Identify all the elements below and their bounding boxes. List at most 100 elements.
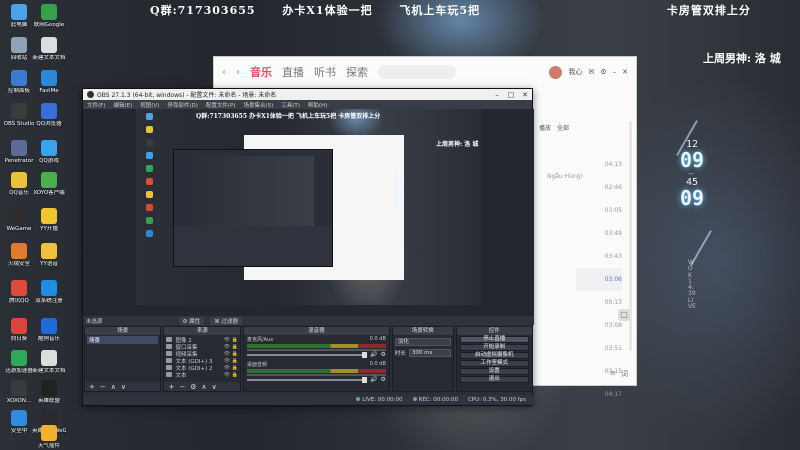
- obs-titlebar[interactable]: OBS 27.1.3 (64-bit, windows) - 配置文件: 未命名…: [83, 89, 532, 100]
- desktop-icon[interactable]: WeGame: [2, 208, 36, 232]
- transition-type-select[interactable]: 淡化: [394, 338, 451, 346]
- desktop-icon[interactable]: 联网Google: [32, 4, 66, 28]
- menu-item[interactable]: 编辑(E): [113, 101, 132, 109]
- scene-item[interactable]: 场景: [87, 336, 159, 344]
- move-up-icon[interactable]: ∧: [111, 383, 116, 391]
- music-tab-explore[interactable]: 探索: [346, 64, 368, 80]
- menu-item[interactable]: 停靠部件(D): [167, 101, 198, 109]
- desktop-icon[interactable]: 酷狗音乐: [32, 318, 66, 342]
- close-icon[interactable]: ✕: [622, 68, 628, 76]
- desktop-icon[interactable]: 新建文本文档: [32, 37, 66, 61]
- speaker-icon[interactable]: 🔊: [370, 351, 377, 358]
- obs-window[interactable]: OBS 27.1.3 (64-bit, windows) - 配置文件: 未命名…: [82, 88, 534, 406]
- song-duration[interactable]: 03:51: [576, 337, 622, 360]
- back-icon[interactable]: ‹: [222, 67, 226, 78]
- menu-item[interactable]: 场景集合(S): [243, 101, 273, 109]
- desktop-icon[interactable]: 控制面板: [2, 70, 36, 94]
- visibility-lock-icon[interactable]: 👁 🔒: [224, 351, 238, 357]
- menu-item[interactable]: 配置文件(P): [206, 101, 236, 109]
- song-duration[interactable]: 04:13: [576, 153, 622, 176]
- song-duration[interactable]: 05:13: [576, 291, 622, 314]
- desktop-icon[interactable]: QQ游戏: [32, 140, 66, 164]
- lyrics-icon[interactable]: 词: [621, 369, 628, 379]
- desktop-icon[interactable]: 迅游加速器: [2, 350, 36, 374]
- control-button[interactable]: 启动虚拟摄像机: [459, 352, 529, 359]
- maximize-button[interactable]: □: [504, 91, 518, 99]
- desktop-icon[interactable]: 此电脑: [2, 4, 36, 28]
- song-duration[interactable]: 03:49: [576, 222, 622, 245]
- source-row[interactable]: 文本 👁 🔒: [166, 371, 238, 379]
- volume-slider-knob[interactable]: [362, 376, 368, 383]
- menu-item[interactable]: 文件(F): [87, 101, 105, 109]
- mail-icon[interactable]: ✉: [588, 68, 594, 76]
- volume-slider[interactable]: [246, 376, 368, 383]
- gear-icon[interactable]: ⚙: [381, 351, 386, 358]
- desktop-icon[interactable]: 天气插件: [32, 425, 66, 449]
- desktop-icon[interactable]: Penetrator: [2, 140, 36, 164]
- desktop-icon[interactable]: QQ音乐: [2, 172, 36, 196]
- gear-icon[interactable]: ⚙: [381, 376, 386, 383]
- desktop-icon[interactable]: XOYO客户端: [32, 172, 66, 196]
- desktop-icon[interactable]: 向日葵: [2, 318, 36, 342]
- forward-icon[interactable]: ›: [236, 67, 240, 78]
- minimize-button[interactable]: –: [490, 91, 504, 99]
- desktop-icon[interactable]: YY语音: [32, 243, 66, 267]
- settings-icon[interactable]: ⚙: [600, 68, 606, 76]
- visibility-lock-icon[interactable]: 👁 🔒: [224, 365, 238, 371]
- desktop-icon[interactable]: 双系统注册: [32, 280, 66, 304]
- desktop-icon[interactable]: 英雄联盟: [32, 380, 66, 404]
- properties-button[interactable]: ⚙ 属性: [178, 316, 205, 325]
- close-button[interactable]: ✕: [518, 91, 532, 99]
- music-search-input[interactable]: [378, 65, 456, 79]
- speaker-icon[interactable]: 🔊: [370, 376, 377, 383]
- desktop-icon[interactable]: YY开播: [32, 208, 66, 232]
- control-button[interactable]: 停止直播: [459, 336, 529, 343]
- avatar[interactable]: [549, 65, 563, 79]
- desktop-icon[interactable]: FastMe: [32, 70, 66, 94]
- visibility-lock-icon[interactable]: 👁 🔒: [224, 337, 238, 343]
- music-tab-live[interactable]: 直播: [282, 64, 304, 80]
- music-scroll-top-icon[interactable]: □: [618, 309, 630, 321]
- desktop-icon[interactable]: 火绒安全: [2, 243, 36, 267]
- control-button[interactable]: 开始录制: [459, 344, 529, 351]
- control-button[interactable]: 工作室模式: [459, 360, 529, 367]
- add-icon[interactable]: +: [168, 383, 174, 391]
- remove-icon[interactable]: −: [179, 383, 185, 391]
- desktop-icon[interactable]: QQ浏览器: [32, 103, 66, 127]
- song-duration[interactable]: 02:46: [576, 176, 622, 199]
- song-duration[interactable]: 04:17: [576, 383, 622, 406]
- visibility-lock-icon[interactable]: 👁 🔒: [224, 344, 238, 350]
- duration-input[interactable]: 300 ms: [408, 349, 451, 357]
- desktop-icon[interactable]: 腾讯QQ: [2, 280, 36, 304]
- obs-preview-canvas[interactable]: Q群:717303655 办卡X1体验一把 飞机上车玩5把 卡房管双排上分 上周…: [136, 109, 481, 305]
- music-tab-music[interactable]: 音乐: [250, 64, 272, 80]
- song-duration[interactable]: 03:05: [576, 199, 622, 222]
- song-duration[interactable]: 03:43: [576, 245, 622, 268]
- desktop-icon[interactable]: OBS Studio: [2, 103, 36, 127]
- move-up-icon[interactable]: ∧: [202, 383, 207, 391]
- desktop-icon[interactable]: 新建文本文档: [32, 350, 66, 374]
- music-play-all[interactable]: 播放: [539, 123, 551, 132]
- remove-icon[interactable]: −: [100, 383, 106, 391]
- add-icon[interactable]: +: [89, 383, 95, 391]
- menu-item[interactable]: 帮助(H): [308, 101, 327, 109]
- menu-item[interactable]: 视图(V): [140, 101, 159, 109]
- move-down-icon[interactable]: ∨: [121, 383, 126, 391]
- desktop-icon[interactable]: 安全中: [2, 410, 36, 434]
- desktop-icon[interactable]: XOXON...: [2, 380, 36, 404]
- song-duration[interactable]: 03:06: [576, 268, 622, 291]
- control-button[interactable]: 设置: [459, 368, 529, 375]
- control-button[interactable]: 退出: [459, 376, 529, 383]
- visibility-lock-icon[interactable]: 👁 🔒: [224, 372, 238, 378]
- volume-slider[interactable]: [246, 351, 368, 358]
- list-icon[interactable]: ≡: [610, 369, 616, 379]
- volume-slider-knob[interactable]: [362, 351, 368, 358]
- music-user[interactable]: 我心 ✉ ⚙ – ✕: [549, 65, 628, 79]
- settings-icon[interactable]: ⚙: [190, 383, 196, 391]
- move-down-icon[interactable]: ∨: [212, 383, 217, 391]
- filters-button[interactable]: ⌘ 过滤器: [210, 316, 242, 325]
- music-select-all[interactable]: 全部: [557, 123, 569, 132]
- desktop-icon[interactable]: 回收站: [2, 37, 36, 61]
- menu-item[interactable]: 工具(T): [281, 101, 300, 109]
- song-duration[interactable]: 03:08: [576, 314, 622, 337]
